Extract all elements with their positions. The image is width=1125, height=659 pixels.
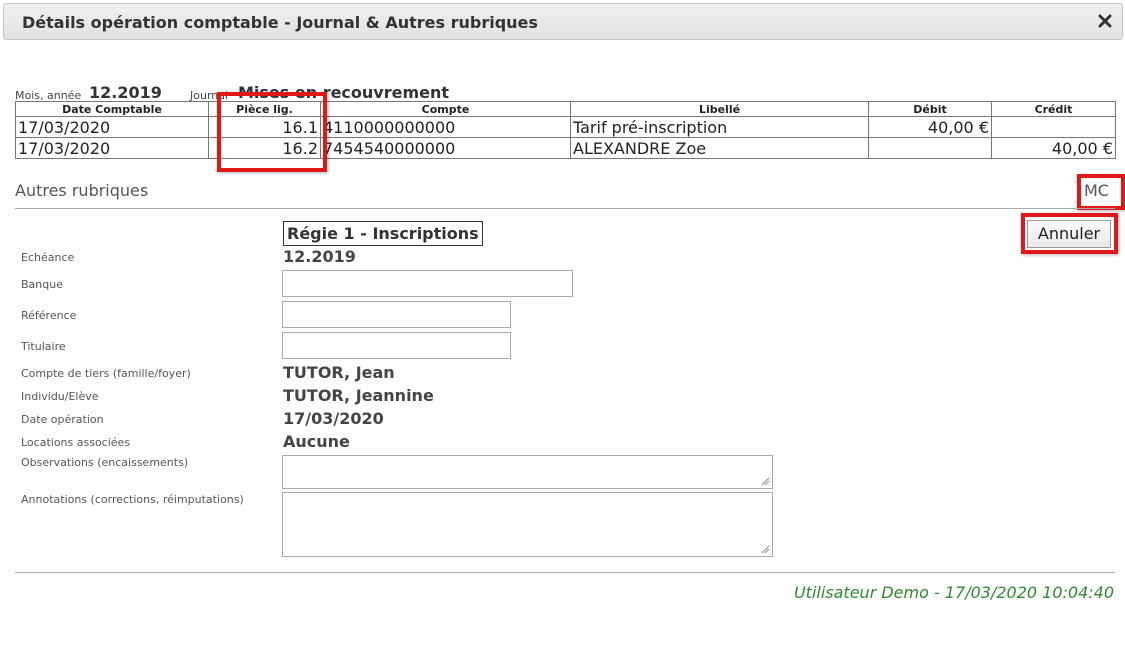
- section-title: Autres rubriques: [15, 181, 149, 200]
- column-header: Compte: [320, 101, 571, 117]
- divider: [15, 208, 1115, 209]
- mois-value: 12.2019: [89, 83, 162, 102]
- tiers-label: Compte de tiers (famille/foyer): [21, 367, 191, 380]
- titulaire-input[interactable]: [282, 332, 511, 359]
- divider: [15, 572, 1115, 573]
- cancel-button[interactable]: Annuler: [1027, 220, 1111, 248]
- reference-label: Référence: [21, 309, 77, 322]
- cell-libelle: Tarif pré-inscription: [570, 116, 869, 138]
- mc-label[interactable]: MC: [1084, 181, 1109, 200]
- annotations-textarea[interactable]: [282, 492, 773, 557]
- echeance-value: 12.2019: [283, 247, 356, 266]
- table-header-row: Date Comptable Pièce lig. Compte Libellé…: [15, 101, 1116, 117]
- column-header: Date Comptable: [15, 101, 209, 117]
- table-row: 17/03/2020 16.1 4110000000000 Tarif pré-…: [15, 116, 1116, 138]
- journal-table: Date Comptable Pièce lig. Compte Libellé…: [15, 101, 1116, 159]
- cell-debit: 40,00 €: [868, 116, 992, 138]
- individu-value: TUTOR, Jeannine: [283, 386, 434, 405]
- titulaire-label: Titulaire: [21, 340, 66, 353]
- locations-label: Locations associées: [21, 436, 131, 449]
- observations-label: Observations (encaissements): [21, 456, 189, 469]
- cell-credit: [991, 116, 1116, 138]
- date-operation-value: 17/03/2020: [283, 409, 384, 428]
- annotations-label: Annotations (corrections, réimputations): [21, 493, 244, 506]
- resize-grip-icon[interactable]: [760, 544, 770, 554]
- user-stamp: Utilisateur Demo - 17/03/2020 10:04:40: [793, 583, 1114, 602]
- cell-date: 17/03/2020: [15, 137, 209, 159]
- date-operation-label: Date opération: [21, 413, 104, 426]
- highlight-piece-column: [217, 92, 327, 172]
- cell-libelle: ALEXANDRE Zoe: [570, 137, 869, 159]
- cell-compte: 7454540000000: [320, 137, 571, 159]
- regie-label: Régie 1 - Inscriptions: [283, 221, 483, 246]
- observations-textarea[interactable]: [282, 455, 773, 489]
- column-header: Libellé: [570, 101, 869, 117]
- resize-grip-icon[interactable]: [760, 476, 770, 486]
- cell-compte: 4110000000000: [320, 116, 571, 138]
- locations-value: Aucune: [283, 432, 350, 451]
- cell-credit: 40,00 €: [991, 137, 1116, 159]
- banque-label: Banque: [21, 278, 63, 291]
- echeance-label: Echéance: [21, 251, 75, 264]
- table-row: 17/03/2020 16.2 7454540000000 ALEXANDRE …: [15, 137, 1116, 159]
- dialog-titlebar: Détails opération comptable - Journal & …: [3, 3, 1123, 40]
- tiers-value: TUTOR, Jean: [283, 363, 395, 382]
- banque-input[interactable]: [282, 270, 573, 297]
- dialog-title: Détails opération comptable - Journal & …: [22, 13, 538, 32]
- reference-input[interactable]: [282, 301, 511, 328]
- cell-date: 17/03/2020: [15, 116, 209, 138]
- close-icon[interactable]: [1098, 14, 1112, 28]
- column-header: Crédit: [991, 101, 1116, 117]
- individu-label: Individu/Elève: [21, 390, 99, 403]
- cell-debit: [868, 137, 992, 159]
- column-header: Débit: [868, 101, 992, 117]
